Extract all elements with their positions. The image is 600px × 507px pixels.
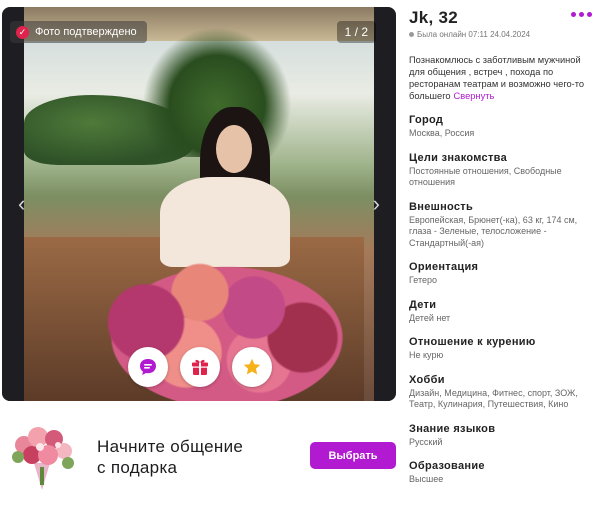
gift-icon: [192, 359, 208, 375]
next-photo-arrow[interactable]: ›: [373, 193, 380, 215]
section-title: Отношение к курению: [409, 336, 536, 348]
section-value: Детей нет: [409, 312, 451, 323]
section-children: Дети Детей нет: [409, 299, 597, 325]
section-title: Внешность: [409, 200, 474, 213]
section-title: Дети: [409, 298, 437, 311]
gift-button[interactable]: [180, 347, 220, 387]
star-icon: [243, 358, 261, 375]
section-title: Цели знакомства: [409, 151, 507, 164]
section-city: Город Москва, Россия: [409, 114, 597, 140]
check-icon: ✓: [16, 25, 29, 39]
section-title: Город: [409, 114, 444, 126]
section-title: Знание языков: [409, 422, 496, 435]
section-smoking: Отношение к курению Не курю: [409, 336, 597, 362]
section-value: Дизайн, Медицина, Фитнес, спорт, ЗОЖ, Те…: [409, 387, 578, 410]
choose-gift-button[interactable]: Выбрать: [310, 442, 396, 469]
gift-promo-line1: Начните общение: [97, 437, 244, 456]
message-icon: [140, 359, 156, 375]
photo-person-body: [160, 177, 290, 267]
bouquet-image: [12, 427, 74, 490]
online-status-text: Была онлайн 07:11 24.04.2024: [417, 30, 531, 39]
section-value: Высшее: [409, 474, 444, 484]
photo-actions: [128, 347, 272, 387]
profile-name: Jk, 32: [409, 8, 459, 27]
prev-photo-arrow[interactable]: ‹: [18, 193, 25, 215]
bio-text: Познакомлюсь с заботливым мужчиной для о…: [409, 55, 585, 101]
gift-promo-line2: с подарка: [97, 458, 178, 477]
verified-label: Фото подтверждено: [35, 26, 137, 38]
profile-bio: Познакомлюсь с заботливым мужчиной для о…: [409, 54, 597, 102]
photo-counter: 1 / 2: [336, 21, 376, 43]
section-title: Хобби: [409, 373, 445, 386]
section-goals: Цели знакомства Постоянные отношения, Св…: [409, 152, 597, 189]
section-title: Ориентация: [409, 261, 479, 273]
section-appearance: Внешность Европейская, Брюнет(-ка), 63 к…: [409, 201, 597, 250]
gift-promo-text: Начните общение с подарка: [97, 436, 243, 478]
section-education: Образование Высшее: [409, 460, 597, 486]
section-value: Не курю: [409, 350, 444, 360]
section-value: Европейская, Брюнет(-ка), 63 кг, 174 см,…: [409, 214, 578, 248]
section-title: Образование: [409, 460, 485, 472]
favorite-button[interactable]: [232, 347, 272, 387]
verified-badge: ✓ Фото подтверждено: [10, 21, 147, 43]
profile-photo[interactable]: ✓ Фото подтверждено 1 / 2 ‹ ›: [2, 7, 396, 401]
collapse-bio-link[interactable]: Свернуть: [454, 91, 495, 101]
message-button[interactable]: [128, 347, 168, 387]
section-orientation: Ориентация Гетеро: [409, 261, 597, 287]
photo-person-face: [216, 125, 252, 173]
online-status: Была онлайн 07:11 24.04.2024: [409, 30, 597, 39]
status-dot-icon: [409, 32, 414, 37]
section-value: Постоянные отношения, Свободные отношени…: [409, 165, 562, 188]
section-value: Москва, Россия: [409, 128, 475, 138]
profile-info: Jk, 32 Была онлайн 07:11 24.04.2024 Позн…: [409, 8, 597, 486]
section-languages: Знание языков Русский: [409, 423, 597, 449]
section-value: Русский: [409, 436, 443, 447]
section-hobbies: Хобби Дизайн, Медицина, Фитнес, спорт, З…: [409, 374, 597, 411]
section-value: Гетеро: [409, 275, 438, 285]
